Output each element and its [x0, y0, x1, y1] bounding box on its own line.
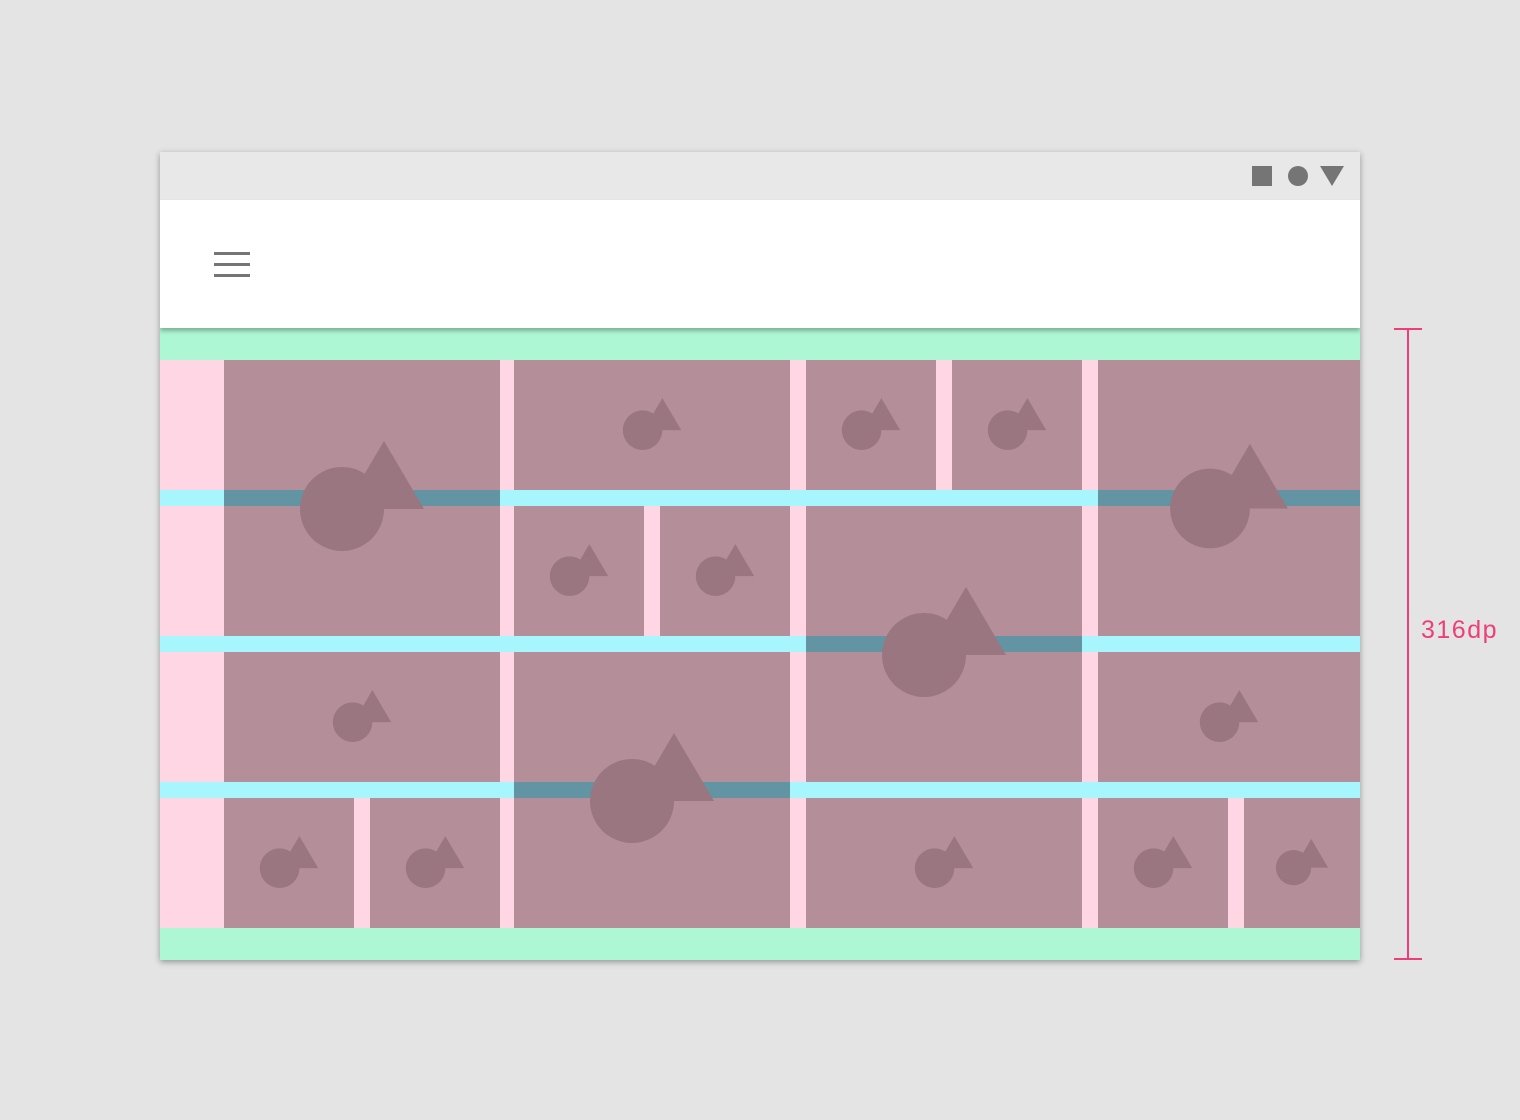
image-tile: [1244, 798, 1360, 928]
image-placeholder-icon: [590, 733, 714, 843]
image-tile: [806, 798, 1082, 928]
image-tile: [806, 506, 1082, 782]
image-placeholder-icon: [622, 398, 682, 450]
image-tile: [224, 798, 354, 928]
image-tile: [370, 798, 500, 928]
image-placeholder-icon: [914, 836, 974, 888]
row-gutter: [160, 636, 1360, 652]
app-window: [160, 152, 1360, 960]
image-placeholder-icon: [1133, 836, 1193, 888]
image-placeholder-icon: [695, 544, 755, 596]
image-tile: [514, 360, 790, 490]
image-placeholder-icon: [405, 836, 465, 888]
image-placeholder-icon: [987, 398, 1047, 450]
image-tile: [952, 360, 1082, 490]
height-dimension-label: 316dp: [1421, 616, 1499, 644]
image-tile: [1098, 652, 1360, 782]
image-tile: [1098, 798, 1228, 928]
image-placeholder-icon: [332, 690, 392, 742]
image-tile: [660, 506, 790, 636]
image-tile: [1098, 360, 1360, 636]
triangle-down-icon: [1320, 166, 1344, 186]
bottom-margin: [160, 928, 1360, 960]
image-placeholder-icon: [841, 398, 901, 450]
image-tile: [514, 506, 644, 636]
image-placeholder-icon: [1170, 443, 1288, 549]
image-tile: [514, 652, 790, 928]
status-bar: [160, 152, 1360, 200]
image-placeholder-icon: [259, 836, 319, 888]
image-placeholder-icon: [1275, 839, 1329, 886]
menu-icon[interactable]: [214, 252, 250, 278]
image-tile: [806, 360, 936, 490]
image-placeholder-icon: [549, 544, 609, 596]
circle-icon: [1288, 166, 1308, 186]
image-placeholder-icon: [300, 441, 424, 551]
square-icon: [1252, 166, 1272, 186]
image-placeholder-icon: [1199, 690, 1259, 742]
image-tile: [224, 652, 500, 782]
top-margin: [160, 328, 1360, 360]
image-tile: [224, 360, 500, 636]
image-placeholder-icon: [882, 587, 1006, 697]
app-bar: [160, 200, 1360, 328]
